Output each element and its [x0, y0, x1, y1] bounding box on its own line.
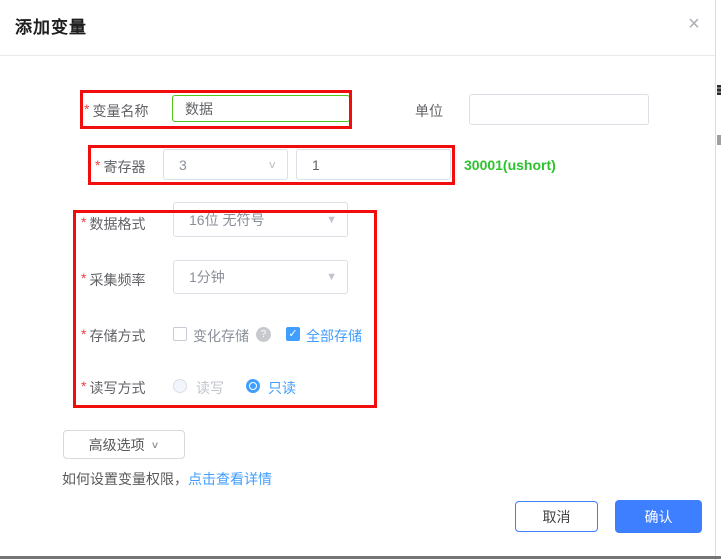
window-bottom-edge [0, 556, 721, 559]
register-address-input[interactable] [296, 149, 451, 180]
confirm-button[interactable]: 确认 [615, 500, 702, 533]
read-only-radio[interactable] [246, 379, 260, 393]
chevron-down-icon: ∨ [151, 439, 160, 450]
storage-mode-label-group: * 存储方式 [81, 326, 145, 346]
unit-label: 单位 [415, 101, 443, 121]
advanced-options-button[interactable]: 高级选项 ∨ [63, 430, 185, 459]
variable-name-label-group: * 变量名称 [84, 101, 148, 121]
register-label-group: * 寄存器 [95, 157, 145, 177]
required-asterisk: * [84, 101, 89, 121]
collect-frequency-select[interactable]: 1分钟 ▼ [173, 260, 348, 294]
register-address-hint: 30001(ushort) [464, 157, 556, 173]
required-asterisk: * [81, 214, 86, 234]
permission-help-line: 如何设置变量权限，点击查看详情 [62, 469, 272, 489]
help-question-icon[interactable]: ? [256, 327, 271, 342]
all-storage-checkbox-label[interactable]: 全部存储 [306, 326, 362, 346]
data-format-label: 数据格式 [89, 214, 145, 234]
variable-name-input[interactable] [172, 95, 350, 122]
caret-down-icon: ▼ [326, 214, 337, 226]
storage-mode-label: 存储方式 [89, 326, 145, 346]
dialog-title: 添加变量 [15, 13, 87, 38]
rw-mode-label: 读写方式 [89, 378, 145, 398]
cancel-button[interactable]: 取消 [515, 501, 598, 532]
check-icon: ✓ [288, 328, 297, 340]
read-write-radio-label[interactable]: 读写 [196, 378, 224, 398]
view-details-link[interactable]: 点击查看详情 [188, 471, 272, 487]
advanced-options-label: 高级选项 [89, 435, 145, 455]
change-storage-checkbox[interactable] [173, 327, 187, 341]
read-write-radio[interactable] [173, 379, 187, 393]
close-icon[interactable]: × [682, 12, 706, 36]
collect-frequency-label-group: * 采集频率 [81, 270, 145, 290]
add-variable-dialog: 添加变量 × * 变量名称 单位 * 寄存器 3 ∨ 30001(ushort)… [0, 0, 721, 560]
variable-name-label: 变量名称 [92, 101, 148, 121]
collect-frequency-value: 1分钟 [189, 267, 326, 287]
collect-frequency-label: 采集频率 [89, 270, 145, 290]
register-label: 寄存器 [103, 157, 145, 177]
dialog-right-edge [715, 0, 716, 560]
permission-help-text: 如何设置变量权限， [62, 471, 188, 487]
header-divider [0, 55, 716, 56]
chevron-down-icon: ∨ [267, 158, 277, 171]
background-artifact-grey [717, 135, 721, 145]
rw-mode-label-group: * 读写方式 [81, 378, 145, 398]
all-storage-checkbox[interactable]: ✓ [286, 327, 300, 341]
read-only-radio-label[interactable]: 只读 [268, 378, 296, 398]
required-asterisk: * [81, 270, 86, 290]
background-artifact-dark [717, 85, 721, 95]
unit-input[interactable] [469, 94, 649, 125]
caret-down-icon: ▼ [326, 271, 337, 283]
required-asterisk: * [81, 378, 86, 398]
data-format-label-group: * 数据格式 [81, 214, 145, 234]
register-type-value: 3 [179, 157, 267, 173]
data-format-select[interactable]: 16位 无符号 ▼ [173, 202, 348, 237]
register-type-select[interactable]: 3 ∨ [163, 149, 288, 180]
change-storage-checkbox-label[interactable]: 变化存储 [193, 326, 249, 346]
data-format-value: 16位 无符号 [189, 210, 326, 230]
required-asterisk: * [81, 326, 86, 346]
required-asterisk: * [95, 157, 100, 177]
